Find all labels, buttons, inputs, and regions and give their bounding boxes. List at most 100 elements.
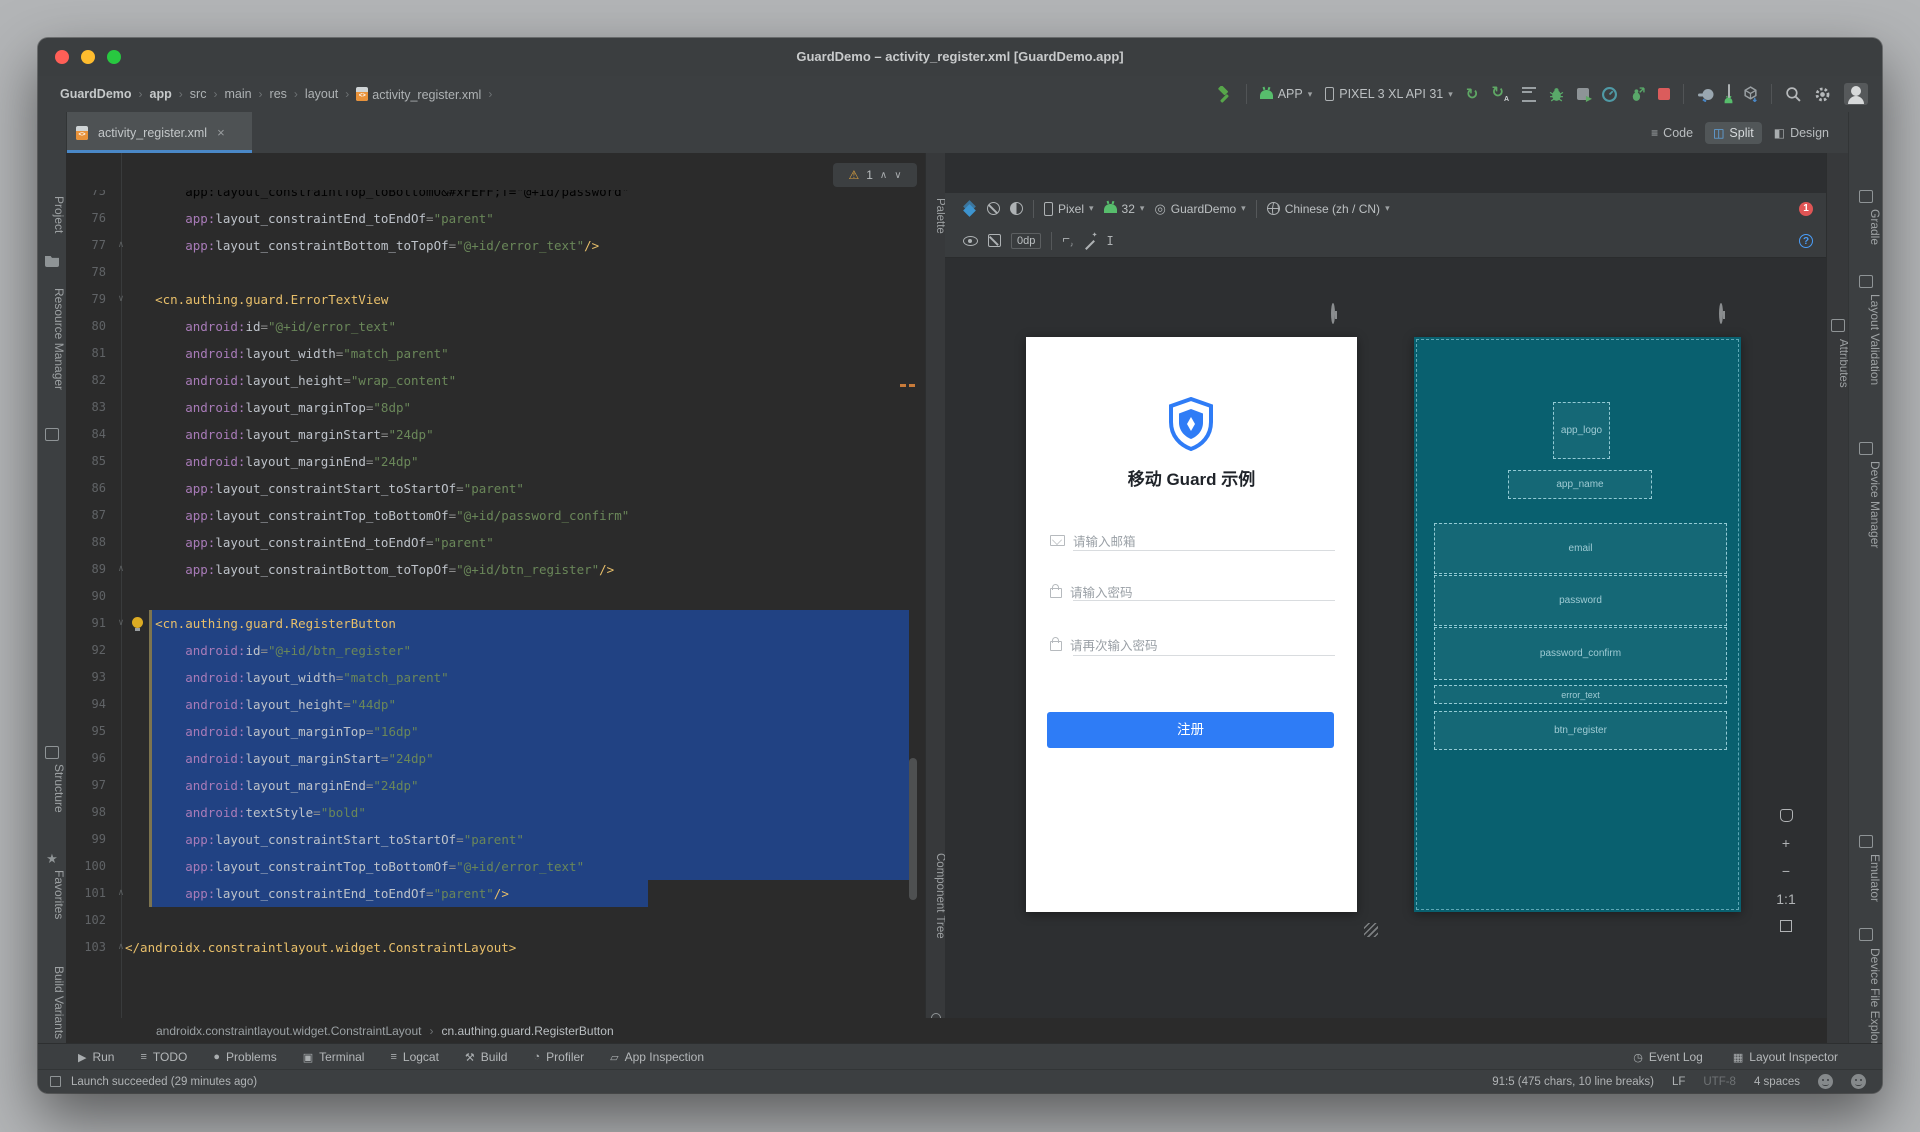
inspections-widget[interactable]: ⚠ 1 ∧ ∨ — [833, 163, 917, 187]
editor-breadcrumb-item[interactable]: androidx.constraintlayout.widget.Constra… — [156, 1024, 422, 1038]
gradle-icon[interactable] — [1859, 190, 1873, 203]
blueprint-app_name[interactable]: app_name — [1508, 470, 1652, 499]
password-field[interactable]: 请输入密码 — [1050, 580, 1335, 602]
guideline-icon[interactable]: I — [1106, 234, 1113, 248]
tool-window-button-layout-inspector[interactable]: ▦ Layout Inspector — [1733, 1050, 1838, 1064]
sidebar-item-project[interactable]: Project — [38, 196, 66, 233]
device-manager-icon[interactable] — [1859, 442, 1873, 455]
register-button[interactable]: 注册 — [1047, 712, 1334, 748]
tool-window-button-event-log[interactable]: ◷ Event Log — [1633, 1050, 1703, 1064]
resource-manager-icon[interactable] — [45, 428, 59, 441]
gradle-sync-icon[interactable] — [1697, 87, 1715, 102]
breadcrumb-item[interactable]: layout — [305, 87, 338, 101]
blueprint-preview-card[interactable]: app_logo app_nameemail password password_co… — [1414, 337, 1741, 912]
design-mode-layers-icon[interactable] — [963, 202, 977, 216]
editor-breadcrumb-item[interactable]: cn.authing.guard.RegisterButton — [442, 1024, 614, 1038]
blueprint-app_logo[interactable]: app_logo — [1553, 402, 1610, 459]
breadcrumb-item[interactable]: app — [150, 87, 172, 101]
zoom-out-button[interactable]: − — [1782, 864, 1790, 878]
previous-problem-icon[interactable]: ∧ — [880, 170, 887, 181]
blueprint-btn_register[interactable]: btn_register — [1434, 711, 1727, 750]
breadcrumb-item[interactable]: res — [270, 87, 287, 101]
tool-window-button-app-inspection[interactable]: ▱ App Inspection — [610, 1050, 704, 1064]
infer-constraints-wand-icon[interactable] — [1083, 231, 1098, 247]
render-errors-badge[interactable]: 1 — [1799, 201, 1813, 216]
tool-window-button-logcat[interactable]: ≡ Logcat — [390, 1050, 438, 1064]
tab-component-tree[interactable]: Component Tree — [926, 853, 946, 939]
apply-changes-restart-icon[interactable]: ↻ — [1466, 87, 1479, 102]
zoom-ratio-label[interactable]: 1:1 — [1776, 892, 1795, 906]
sidebar-item-structure[interactable]: Structure — [38, 764, 66, 813]
settings-gear-icon[interactable] — [1814, 86, 1831, 103]
sidebar-item-resource-manager[interactable]: Resource Manager — [38, 288, 66, 390]
debug-bug-icon[interactable] — [1549, 87, 1564, 102]
code-editor[interactable]: 75 app:layout_constraintTop_toBottomO&#x… — [66, 153, 925, 1022]
run-configuration-select[interactable]: APP ▾ — [1259, 87, 1312, 101]
caret-position[interactable]: 91:5 (475 chars, 10 line breaks) — [1492, 1076, 1654, 1088]
favorites-icon[interactable]: ★ — [45, 852, 59, 865]
blueprint-toggle-icon[interactable] — [987, 202, 1000, 215]
tab-attributes[interactable]: Attributes — [1827, 339, 1849, 388]
profiler-icon[interactable] — [1602, 86, 1617, 102]
tab-activity-register-xml[interactable]: activity_register.xml × — [66, 112, 252, 153]
blueprint-error_text[interactable]: error_text — [1434, 685, 1727, 704]
sidebar-item-emulator[interactable]: Emulator — [1849, 854, 1882, 902]
blueprint-password_confirm[interactable]: password_confirm — [1434, 627, 1727, 680]
preview-locale-select[interactable]: Chinese (zh / CN) ▾ — [1266, 202, 1390, 216]
run-tasks-icon[interactable] — [1522, 86, 1536, 102]
sdk-manager-cube-icon[interactable] — [1743, 86, 1758, 102]
breadcrumb-item[interactable]: main — [224, 87, 251, 101]
email-field[interactable]: 请输入邮箱 — [1050, 529, 1335, 551]
blueprint-email[interactable]: email — [1434, 523, 1727, 574]
zoom-to-fit-icon[interactable] — [1780, 920, 1792, 932]
close-tab-icon[interactable]: × — [217, 125, 225, 140]
sidebar-item-gradle[interactable]: Gradle — [1849, 209, 1882, 245]
editor-scrollbar[interactable] — [909, 758, 917, 900]
default-margin-select[interactable]: 0dp — [1011, 232, 1042, 249]
attach-debugger-icon[interactable] — [1577, 88, 1592, 103]
build-hammer-icon[interactable] — [1216, 85, 1233, 103]
feedback-face-icon[interactable] — [1818, 1074, 1833, 1089]
pan-hand-icon[interactable] — [1779, 809, 1793, 822]
tool-window-button-run[interactable]: ▶ Run — [78, 1050, 114, 1064]
preview-api-select[interactable]: 32 ▾ — [1103, 202, 1144, 216]
sidebar-item-favorites[interactable]: Favorites — [38, 870, 66, 919]
file-encoding[interactable]: UTF-8 — [1703, 1076, 1736, 1088]
breadcrumb-item[interactable]: GuardDemo — [60, 87, 132, 101]
tool-window-button-profiler[interactable]: ◔ Profiler — [533, 1050, 584, 1064]
sidebar-item-layout-validation[interactable]: Layout Validation — [1849, 294, 1882, 385]
password-confirm-field[interactable]: 请再次输入密码 — [1050, 633, 1335, 655]
apply-code-changes-icon[interactable]: ↻A — [1491, 85, 1509, 103]
sidebar-item-device-file-explorer[interactable]: Device File Explorer — [1849, 948, 1882, 1055]
design-preview-card[interactable]: 移动 Guard 示例 请输入邮箱 请输入密码 请再次输入密码 注册 — [1026, 337, 1357, 912]
preview-theme-select[interactable]: ◎ GuardDemo ▾ — [1154, 201, 1245, 217]
tab-palette[interactable]: Palette — [926, 198, 946, 234]
profile-app-icon[interactable] — [1630, 86, 1645, 102]
tool-window-button-problems[interactable]: ● Problems — [213, 1050, 276, 1064]
layout-validation-icon[interactable] — [1859, 275, 1873, 288]
indent-setting[interactable]: 4 spaces — [1754, 1076, 1800, 1088]
help-icon[interactable]: ? — [1799, 233, 1813, 248]
preview-resize-handle[interactable] — [1364, 923, 1378, 937]
blueprint-password[interactable]: password — [1434, 575, 1727, 626]
clear-constraints-icon[interactable]: ⌐♪ — [1062, 232, 1073, 248]
preview-device-select[interactable]: Pixel ▾ — [1044, 201, 1094, 216]
zoom-in-button[interactable]: + — [1782, 836, 1790, 850]
device-file-explorer-icon[interactable] — [1859, 928, 1873, 941]
tool-window-button-terminal[interactable]: ▣ Terminal — [303, 1050, 365, 1064]
breadcrumb-item[interactable]: activity_register.xml — [356, 86, 481, 102]
profile-avatar[interactable] — [1844, 83, 1868, 105]
tool-window-button-todo[interactable]: ≡ TODO — [140, 1050, 187, 1064]
night-mode-icon[interactable] — [1010, 202, 1023, 215]
next-problem-icon[interactable]: ∨ — [894, 170, 901, 181]
view-mode-split[interactable]: ◫ Split — [1705, 121, 1762, 144]
sidebar-item-build-variants[interactable]: Build Variants — [38, 966, 66, 1039]
view-mode-design[interactable]: ◧ Design — [1766, 122, 1837, 144]
view-mode-code[interactable]: ≡ Code — [1643, 122, 1701, 144]
view-options-eye-icon[interactable] — [963, 235, 978, 246]
tool-window-toggle-icon[interactable] — [50, 1076, 61, 1087]
emulator-icon[interactable] — [1859, 835, 1873, 848]
project-icon[interactable] — [45, 255, 59, 267]
breadcrumb-item[interactable]: src — [190, 87, 207, 101]
feedback-face-icon[interactable] — [1851, 1074, 1866, 1089]
